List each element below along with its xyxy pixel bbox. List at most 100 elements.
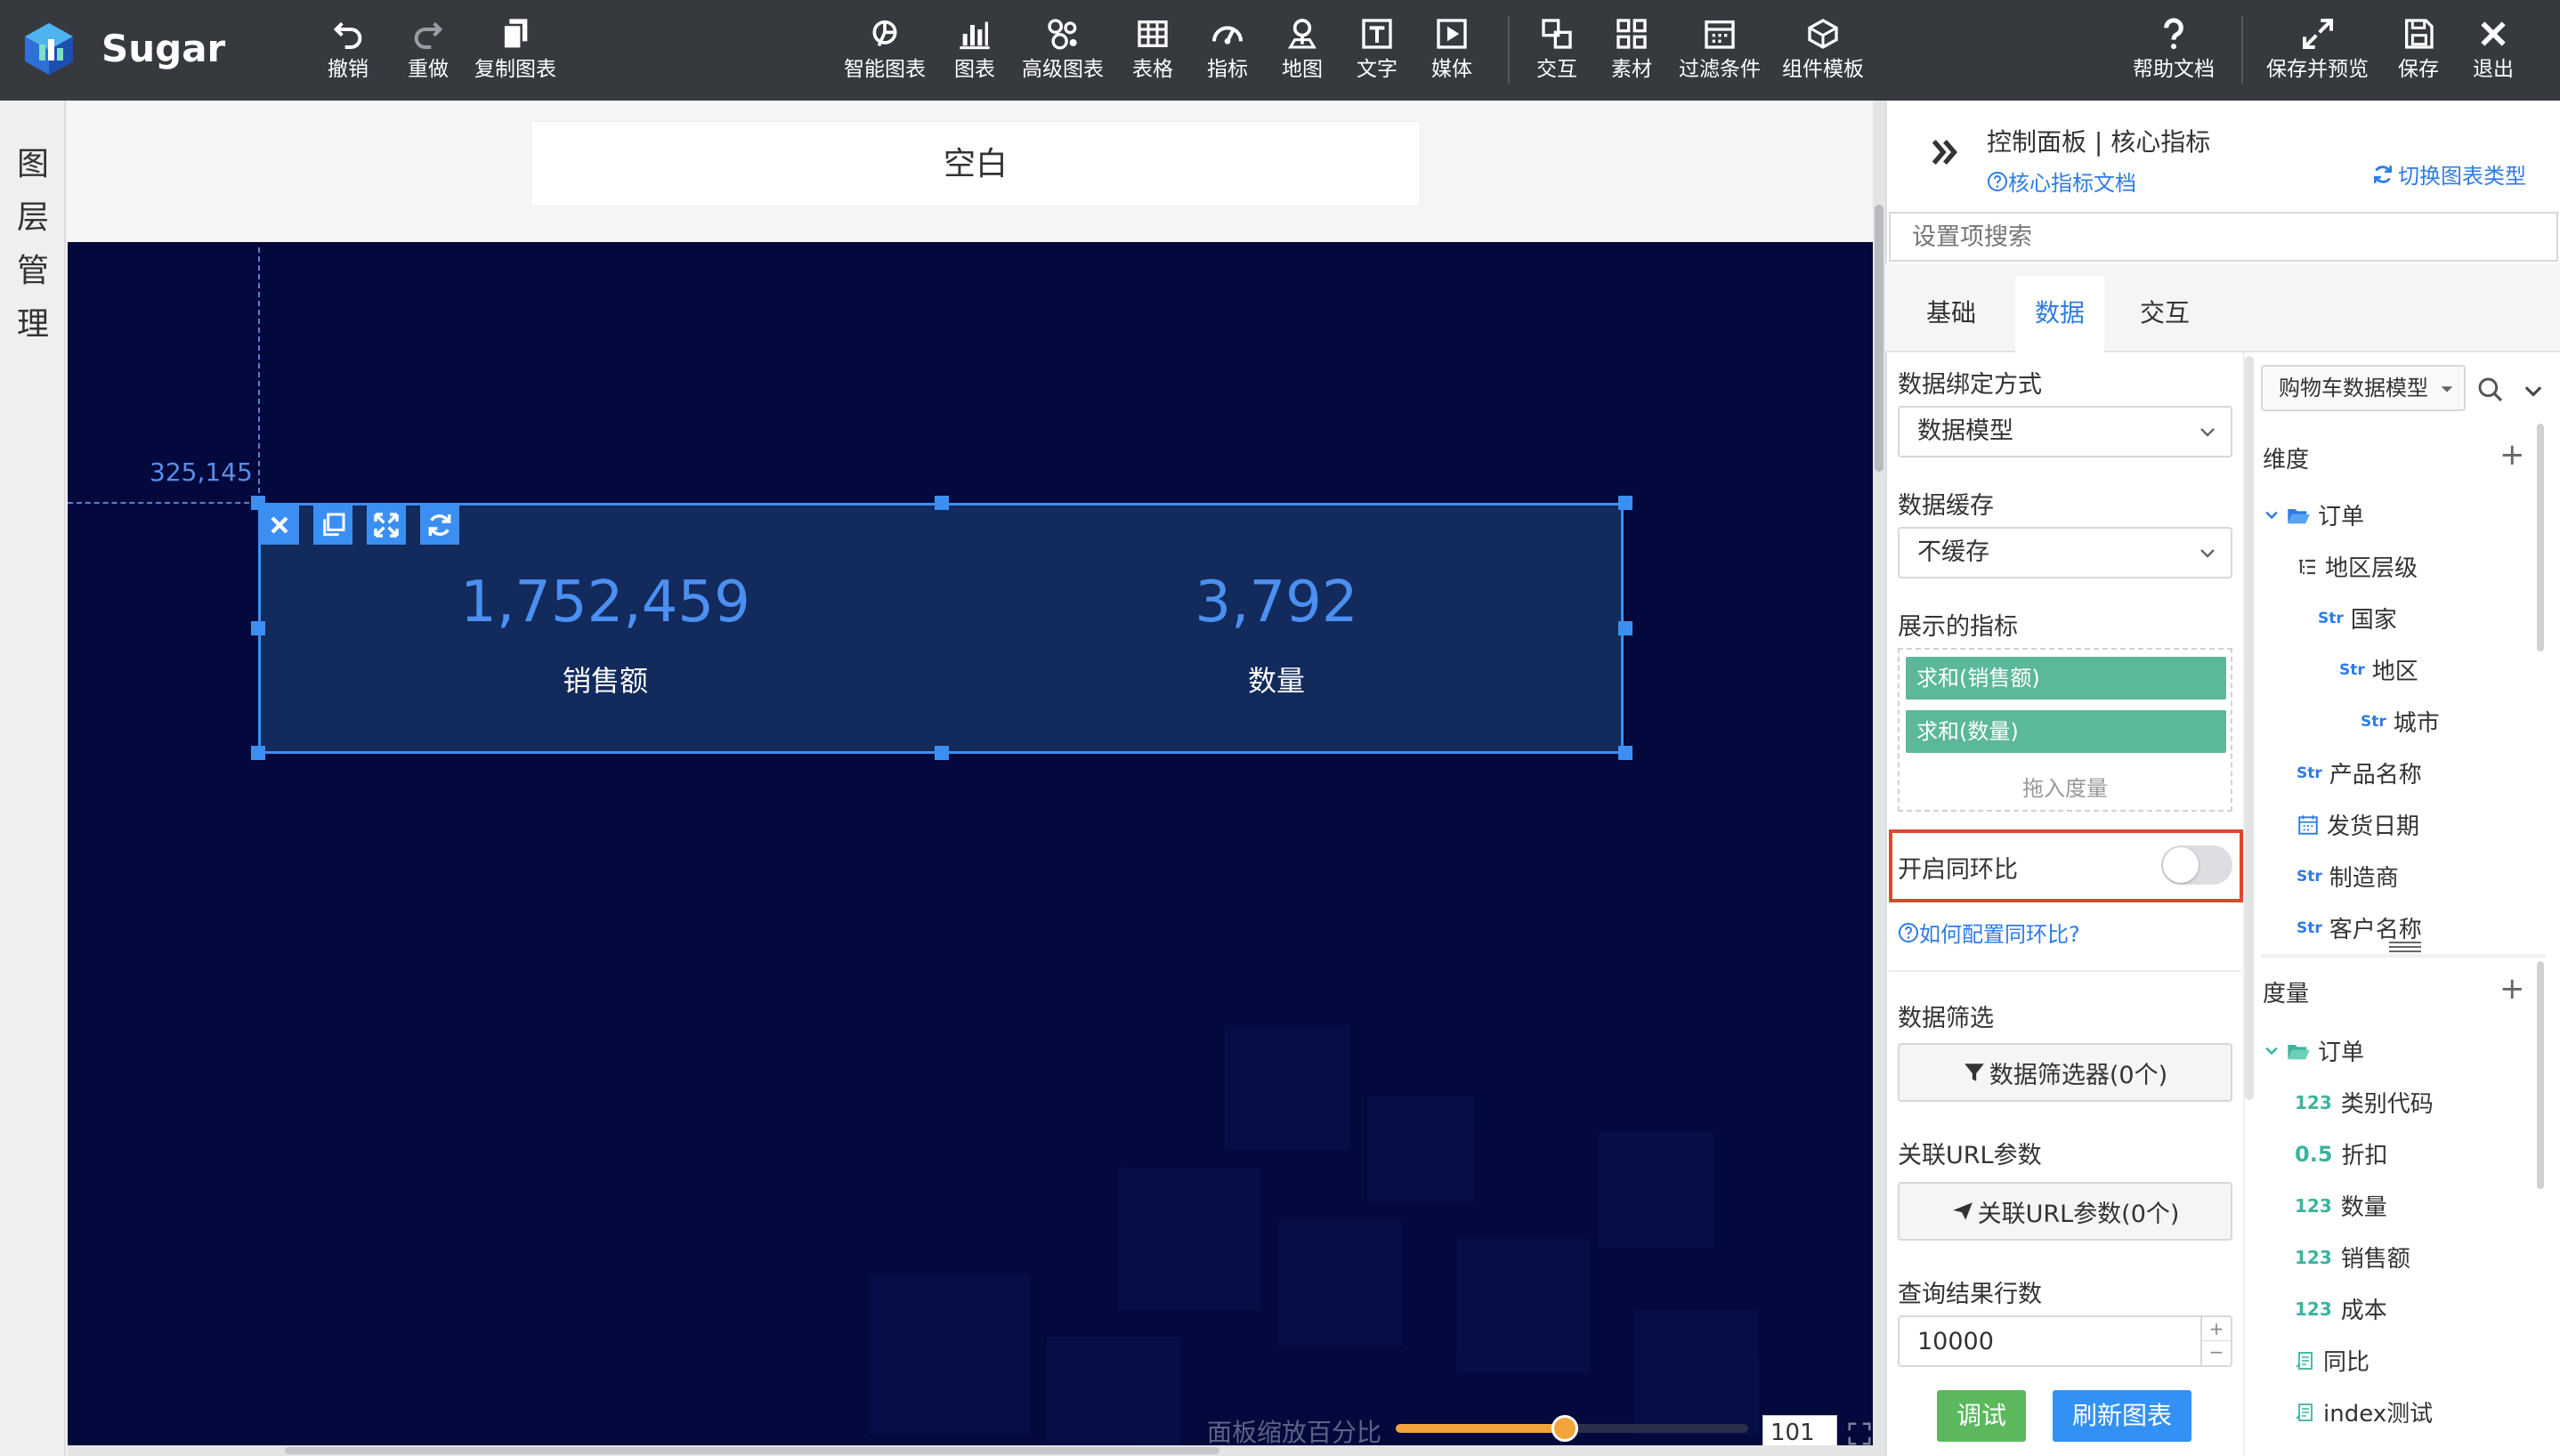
widget-refresh-button[interactable]	[420, 506, 459, 545]
result-rows-label: 查询结果行数	[1898, 1281, 2042, 1308]
url-params-button[interactable]: 关联URL参数(0个)	[1898, 1182, 2232, 1241]
binding-method-select[interactable]: 数据模型	[1898, 406, 2232, 457]
dimension-item[interactable]: Str 制造商	[2297, 860, 2399, 893]
component-template-button[interactable]: 组件模板	[1782, 16, 1864, 91]
tab-data[interactable]: 数据	[2015, 276, 2104, 352]
search-icon[interactable]	[2476, 376, 2505, 404]
bar-chart-icon	[960, 21, 990, 50]
resize-handle-right[interactable]	[1618, 621, 1632, 635]
tab-basic[interactable]: 基础	[1898, 276, 2005, 351]
dashboard-title-box[interactable]: 空白	[531, 121, 1421, 206]
chevron-down-icon[interactable]	[2521, 379, 2546, 404]
measure-item[interactable]: 0.5 折扣	[2295, 1137, 2388, 1170]
add-measure-icon[interactable]: +	[2499, 974, 2525, 1004]
url-params-button-text: 关联URL参数(0个)	[1977, 1200, 2180, 1228]
zoom-slider-handle[interactable]	[1551, 1415, 1578, 1442]
data-filter-button[interactable]: 数据筛选器(0个)	[1898, 1043, 2232, 1102]
position-readout: 325,145	[150, 457, 253, 487]
indicator-button[interactable]: 指标	[1207, 16, 1248, 91]
result-rows-stepper[interactable]: + −	[2200, 1317, 2231, 1365]
filter-condition-button[interactable]: 过滤条件	[1679, 16, 1761, 91]
measure-item[interactable]: 同比	[2295, 1344, 2370, 1377]
table-icon	[1138, 20, 1168, 47]
undo-button[interactable]: 撤销	[328, 16, 369, 91]
yoy-help-text: 如何配置同环比?	[1919, 922, 2080, 947]
measure-item[interactable]: 123 成本	[2295, 1292, 2387, 1325]
dimension-item[interactable]: Str 国家	[2318, 602, 2397, 635]
resize-handle-left[interactable]	[251, 621, 265, 635]
tab-interaction[interactable]: 交互	[2111, 276, 2218, 351]
string-type-icon: Str	[2339, 660, 2365, 679]
data-cache-select[interactable]: 不缓存	[1898, 527, 2232, 578]
map-button[interactable]: 地图	[1282, 16, 1323, 91]
exit-button[interactable]: 退出	[2473, 16, 2514, 91]
chart-button[interactable]: 图表	[954, 16, 995, 91]
result-rows-input[interactable]: 10000 + −	[1898, 1315, 2232, 1367]
settings-scrollbar[interactable]	[2245, 356, 2254, 1100]
string-type-icon: Str	[2297, 867, 2322, 886]
dimension-scroll-thumb[interactable]	[2537, 424, 2544, 651]
calendar-icon	[2298, 814, 2318, 835]
fullscreen-icon[interactable]	[1846, 1420, 1873, 1447]
resize-handle-bottom[interactable]	[935, 746, 949, 760]
exit-label: 退出	[2473, 58, 2514, 81]
widget-copy-button[interactable]	[313, 506, 352, 545]
resize-handle-bottom-left[interactable]	[251, 746, 265, 760]
dimension-item[interactable]: 发货日期	[2297, 808, 2419, 841]
advanced-chart-button[interactable]: 高级图表	[1022, 16, 1104, 91]
switch-chart-type-link[interactable]: 切换图表类型	[2371, 158, 2526, 190]
settings-search-input[interactable]	[1889, 212, 2558, 262]
measure-item[interactable]: 123 数量	[2295, 1189, 2387, 1222]
resize-handle-top-right[interactable]	[1618, 496, 1632, 510]
collapse-panel-icon[interactable]	[1926, 133, 1964, 171]
copy-chart-button[interactable]: 复制图表	[474, 16, 556, 91]
stepper-down-icon[interactable]: −	[2202, 1341, 2231, 1365]
stepper-up-icon[interactable]: +	[2202, 1317, 2231, 1341]
measure-item[interactable]: index测试	[2295, 1395, 2433, 1428]
yoy-help-link[interactable]: 如何配置同环比?	[1898, 917, 2080, 948]
dashboard-canvas[interactable]	[68, 242, 1875, 1456]
save-button[interactable]: 保存	[2398, 16, 2439, 91]
data-model-select[interactable]: 购物车数据模型	[2261, 365, 2466, 411]
media-button[interactable]: 媒体	[1431, 16, 1472, 91]
text-button[interactable]: 文字	[1357, 16, 1397, 91]
measure-folder-order[interactable]: 订单	[2263, 1034, 2364, 1067]
add-dimension-icon[interactable]: +	[2499, 440, 2525, 470]
help-button[interactable]: 帮助文档	[2133, 16, 2215, 91]
measure-item[interactable]: 123 销售额	[2295, 1241, 2410, 1274]
material-button[interactable]: 素材	[1611, 16, 1652, 91]
refresh-icon	[428, 514, 451, 536]
layer-management-tab[interactable]: 图 层 管 理	[0, 101, 66, 1456]
measure-item[interactable]: 123 类别代码	[2295, 1086, 2434, 1119]
measure-label: 数量	[2340, 1194, 2387, 1221]
drag-handle-icon[interactable]	[2387, 938, 2423, 956]
tab-underline	[1885, 351, 2560, 352]
dimension-item[interactable]: Str 产品名称	[2297, 756, 2422, 789]
redo-button[interactable]: 重做	[408, 16, 449, 91]
dimension-item[interactable]: Str 城市	[2361, 705, 2440, 738]
smart-chart-button[interactable]: 智能图表	[844, 16, 926, 91]
save-preview-button[interactable]: 保存并预览	[2266, 16, 2369, 91]
number-type-icon: 123	[2295, 1298, 2332, 1320]
table-button[interactable]: 表格	[1132, 16, 1173, 91]
dimension-item[interactable]: Str 地区	[2339, 653, 2418, 686]
dimension-folder-order[interactable]: 订单	[2263, 498, 2364, 531]
metric-chip-quantity[interactable]: 求和(数量)	[1906, 710, 2226, 753]
widget-delete-button[interactable]	[260, 506, 299, 545]
dimension-folder-label: 订单	[2318, 504, 2365, 530]
expand-icon	[2302, 19, 2333, 49]
metric-chip-sales[interactable]: 求和(销售额)	[1906, 657, 2226, 700]
interaction-button[interactable]: 交互	[1536, 16, 1577, 91]
resize-handle-top[interactable]	[935, 496, 949, 510]
measure-scroll-thumb[interactable]	[2537, 961, 2544, 1189]
core-indicator-doc-link[interactable]: 核心指标文档	[1987, 166, 2136, 197]
canvas-horizontal-scroll-thumb[interactable]	[285, 1447, 1219, 1454]
dimension-item[interactable]: 地区层级	[2297, 550, 2418, 583]
yoy-toggle[interactable]	[2161, 845, 2232, 885]
filter-icon	[1965, 1064, 1984, 1081]
refresh-chart-button[interactable]: 刷新图表	[2053, 1390, 2191, 1442]
debug-button[interactable]: 调试	[1937, 1390, 2026, 1442]
resize-handle-bottom-right[interactable]	[1618, 746, 1632, 760]
canvas-vertical-scroll-thumb[interactable]	[1875, 205, 1884, 472]
widget-fullscreen-button[interactable]	[367, 506, 406, 545]
